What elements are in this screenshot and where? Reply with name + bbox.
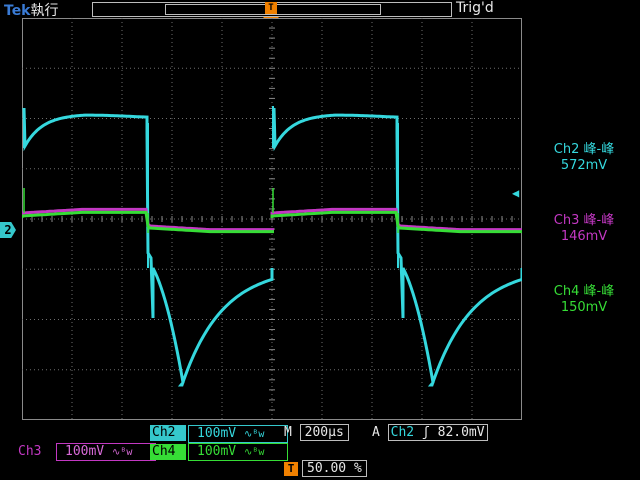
- trigger-state: Trig'd: [456, 0, 494, 16]
- measurement-ch3: Ch3 峰-峰 146mV: [534, 213, 634, 245]
- ch3-coupling-icon: ∿ᴮw: [111, 447, 133, 458]
- horizontal-position[interactable]: T 50.00 %: [284, 460, 367, 477]
- ch2-coupling-icon: ∿ᴮw: [243, 429, 265, 440]
- ch4-coupling-icon: ∿ᴮw: [243, 447, 265, 458]
- ch3-label[interactable]: Ch3: [18, 444, 41, 460]
- ch3-scale[interactable]: 100mV ∿ᴮw: [56, 443, 156, 461]
- measurement-ch2-value: 572mV: [560, 158, 608, 173]
- trigger-slope-icon: ʃ: [421, 425, 430, 440]
- horizontal-position-value: 50.00 %: [302, 460, 367, 477]
- run-state: 執行: [30, 3, 59, 19]
- measurement-ch3-label: Ch3 峰-峰: [553, 213, 615, 228]
- measurement-ch2-label: Ch2 峰-峰: [553, 142, 615, 157]
- ch2-scale-value: 100mV: [197, 426, 237, 441]
- waveform-graticule: [22, 18, 522, 420]
- horizontal-position-marker: T: [284, 462, 298, 476]
- top-status-bar: Tek執行 T Trig'd: [0, 0, 640, 20]
- measurement-ch3-value: 146mV: [560, 229, 608, 244]
- ch4-scale-value: 100mV: [197, 444, 237, 459]
- trigger-settings[interactable]: A Ch2 ʃ 82.0mV: [372, 424, 488, 441]
- brand-logo: Tek: [4, 3, 31, 19]
- measurement-ch4-label: Ch4 峰-峰: [553, 284, 615, 299]
- measurement-ch2: Ch2 峰-峰 572mV: [534, 142, 634, 174]
- ch2-scale[interactable]: 100mV ∿ᴮw: [188, 425, 288, 443]
- timebase-prefix: M: [284, 425, 292, 440]
- timebase[interactable]: M 200µs: [284, 424, 349, 441]
- trigger-level: 82.0mV: [437, 425, 485, 440]
- ch2-label[interactable]: Ch2: [150, 425, 186, 441]
- ch4-scale[interactable]: 100mV ∿ᴮw: [188, 443, 288, 461]
- ch4-label[interactable]: Ch4: [150, 444, 186, 460]
- ch2-ground-marker[interactable]: 2: [0, 222, 16, 238]
- timebase-value: 200µs: [299, 424, 349, 441]
- measurement-ch4-value: 150mV: [560, 300, 608, 315]
- trigger-mode: A: [372, 425, 380, 440]
- measurement-ch4: Ch4 峰-峰 150mV: [534, 284, 634, 316]
- ch3-scale-value: 100mV: [65, 444, 105, 459]
- trigger-level-arrow-icon: ◀: [512, 186, 520, 200]
- brand: Tek執行: [4, 0, 59, 20]
- trigger-record-marker: T: [265, 2, 277, 14]
- trigger-source: Ch2: [390, 425, 415, 440]
